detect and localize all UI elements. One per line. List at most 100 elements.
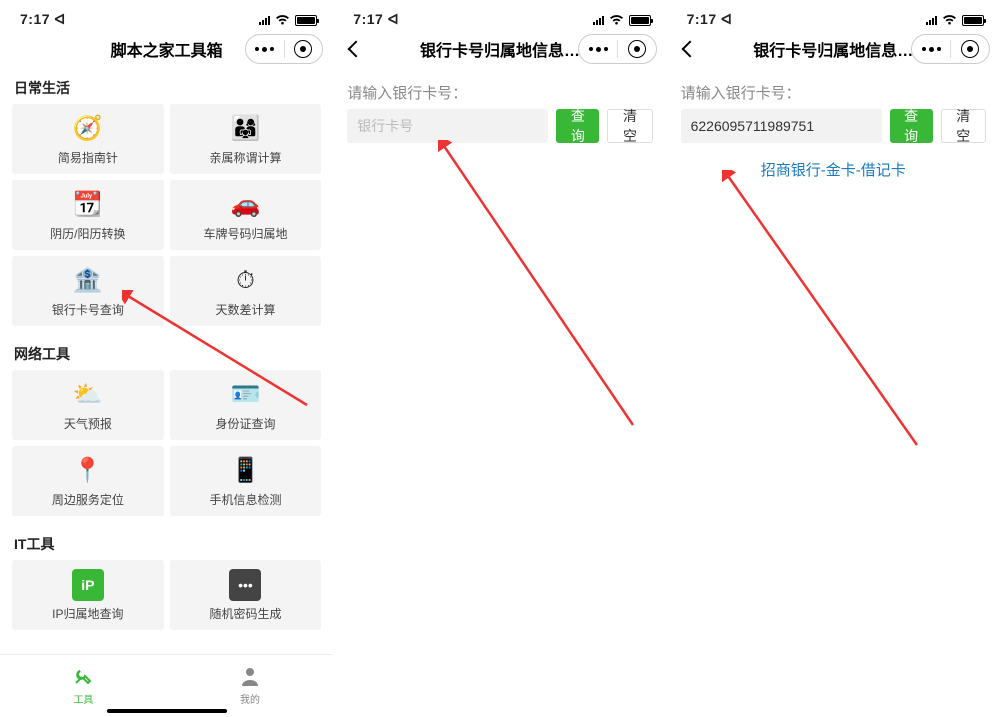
capsule-menu-button[interactable] — [246, 35, 284, 63]
bank-card-input[interactable] — [681, 109, 882, 143]
section-divider — [0, 516, 333, 524]
query-row: 查询 清空 — [667, 109, 1000, 143]
status-time: 7:17 ᐊ — [687, 11, 733, 28]
card-calendar-convert[interactable]: 📆 阴历/阳历转换 — [12, 180, 164, 250]
card-label: 阴历/阳历转换 — [50, 225, 125, 242]
card-nearby-services[interactable]: 📍 周边服务定位 — [12, 446, 164, 516]
tab-label: 工具 — [73, 691, 93, 706]
capsule-menu-button[interactable] — [579, 35, 617, 63]
home-indicator — [107, 709, 227, 713]
section-title: 日常生活 — [0, 68, 333, 104]
status-time: 7:17 ᐊ — [353, 11, 399, 28]
status-time: 7:17 ᐊ — [20, 11, 66, 28]
battery-icon — [962, 15, 984, 26]
phone-icon: 📱 — [229, 455, 261, 487]
grid-daily-life: 🧭 简易指南针 👨‍👩‍👧亲属称谓计算 📆 阴历/阳历转换 🚗 车牌号码归属地 🏦银行… — [0, 104, 333, 326]
bank-icon: 🏦 — [72, 265, 104, 297]
back-button[interactable] — [673, 30, 707, 68]
card-label: IP归属地查询 — [52, 605, 123, 622]
status-bar: 7:17 ᐊ — [667, 0, 1000, 30]
password-icon: ••• — [229, 569, 261, 601]
menu-dots-icon — [589, 47, 608, 52]
card-compass[interactable]: 🧭 简易指南针 — [12, 104, 164, 174]
status-bar: 7:17 ᐊ — [333, 0, 666, 30]
card-ip-lookup[interactable]: iPIP归属地查询 — [12, 560, 164, 630]
card-random-password[interactable]: ••• 随机密码生成 — [170, 560, 322, 630]
car-icon: 🚗 — [229, 189, 261, 221]
card-label: 随机密码生成 — [209, 605, 281, 622]
chevron-left-icon — [348, 41, 365, 58]
input-prompt: 请输入银行卡号： — [667, 68, 1000, 109]
card-label: 身份证查询 — [215, 415, 275, 432]
phone-screen-3: 7:17 ᐊ 银行卡号归属地信息… 请输入银行卡号： 查询 清空 招商银行-金卡… — [667, 0, 1000, 717]
mini-program-nav: 脚本之家工具箱 — [0, 30, 333, 68]
signal-icon — [259, 15, 270, 25]
capsule-close-button[interactable] — [618, 35, 656, 63]
phone-screen-1: 7:17 ᐊ 脚本之家工具箱 日常生活 🧭 简易指南针 👨‍👩‍👧亲属称谓计算 📆… — [0, 0, 333, 717]
card-label: 天数差计算 — [215, 301, 275, 318]
chevron-left-icon — [681, 41, 698, 58]
tools-icon — [73, 666, 93, 689]
card-bank-card-lookup[interactable]: 🏦银行卡号查询 — [12, 256, 164, 326]
query-button[interactable]: 查询 — [556, 109, 599, 143]
card-license-plate[interactable]: 🚗 车牌号码归属地 — [170, 180, 322, 250]
tab-tools[interactable]: 工具 — [0, 655, 167, 717]
query-result: 招商银行-金卡-借记卡 — [667, 143, 1000, 196]
card-label: 天气预报 — [64, 415, 112, 432]
grid-it-tools: iPIP归属地查询 ••• 随机密码生成 — [0, 560, 333, 630]
section-divider — [0, 326, 333, 334]
section-title: IT工具 — [0, 524, 333, 560]
section-title: 网络工具 — [0, 334, 333, 370]
mini-program-nav: 银行卡号归属地信息… — [667, 30, 1000, 68]
weather-icon: ⛅ — [72, 379, 104, 411]
target-icon — [294, 40, 312, 58]
back-button[interactable] — [339, 30, 373, 68]
tab-label: 我的 — [240, 691, 260, 706]
capsule-close-button[interactable] — [951, 35, 989, 63]
status-bar: 7:17 ᐊ — [0, 0, 333, 30]
bank-card-input[interactable] — [347, 109, 548, 143]
card-label: 车牌号码归属地 — [203, 225, 287, 242]
capsule-buttons — [245, 34, 324, 64]
wifi-icon — [609, 12, 624, 28]
card-label: 周边服务定位 — [52, 491, 124, 508]
pin-icon: 📍 — [72, 455, 104, 487]
target-icon — [628, 40, 646, 58]
card-id-lookup[interactable]: 🪪 身份证查询 — [170, 370, 322, 440]
card-label: 手机信息检测 — [209, 491, 281, 508]
card-day-diff[interactable]: ⏱天数差计算 — [170, 256, 322, 326]
tab-mine[interactable]: 我的 — [167, 655, 334, 717]
menu-dots-icon — [255, 47, 274, 52]
phone-screen-2: 7:17 ᐊ 银行卡号归属地信息… 请输入银行卡号： 查询 清空 — [333, 0, 666, 717]
capsule-close-button[interactable] — [284, 35, 322, 63]
user-icon — [240, 666, 260, 689]
id-card-icon: 🪪 — [229, 379, 261, 411]
wifi-icon — [942, 12, 957, 28]
status-right — [926, 12, 984, 28]
capsule-buttons — [911, 34, 990, 64]
wifi-icon — [275, 12, 290, 28]
target-icon — [961, 40, 979, 58]
compass-icon: 🧭 — [72, 113, 104, 145]
annotation-arrow — [438, 140, 638, 430]
status-right — [259, 12, 317, 28]
grid-network-tools: ⛅ 天气预报 🪪 身份证查询 📍 周边服务定位 📱 手机信息检测 — [0, 370, 333, 516]
query-button[interactable]: 查询 — [890, 109, 933, 143]
clear-button[interactable]: 清空 — [607, 109, 652, 143]
location-arrow-icon: ᐊ — [54, 11, 65, 27]
family-icon: 👨‍👩‍👧 — [229, 113, 261, 145]
status-right — [593, 12, 651, 28]
card-weather[interactable]: ⛅ 天气预报 — [12, 370, 164, 440]
clear-button[interactable]: 清空 — [941, 109, 986, 143]
query-row: 查询 清空 — [333, 109, 666, 143]
capsule-buttons — [578, 34, 657, 64]
card-phone-info[interactable]: 📱 手机信息检测 — [170, 446, 322, 516]
capsule-menu-button[interactable] — [912, 35, 950, 63]
annotation-arrow — [722, 170, 922, 450]
signal-icon — [926, 15, 937, 25]
input-prompt: 请输入银行卡号： — [333, 68, 666, 109]
battery-icon — [629, 15, 651, 26]
calendar-icon: 📆 — [72, 189, 104, 221]
card-label: 简易指南针 — [58, 149, 118, 166]
card-relatives[interactable]: 👨‍👩‍👧亲属称谓计算 — [170, 104, 322, 174]
